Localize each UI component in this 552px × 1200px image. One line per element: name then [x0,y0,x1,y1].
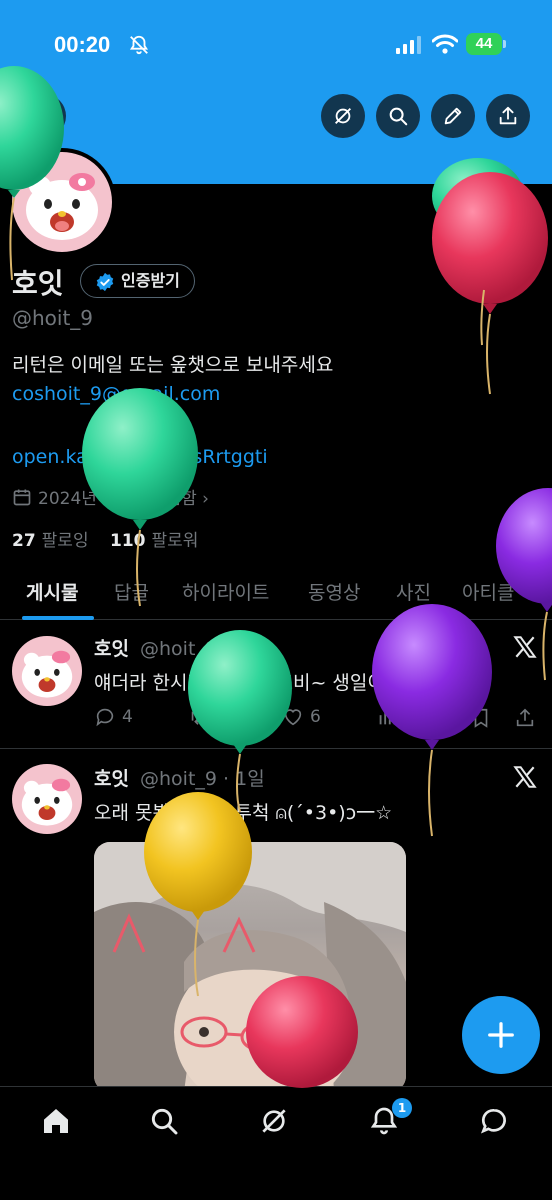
hello-kitty-icon [21,778,73,826]
status-time: 00:20 [54,32,111,57]
messages-icon[interactable] [478,1105,510,1137]
reply-icon [96,708,114,727]
tab-articles[interactable]: 아티클 [462,578,514,605]
followers-link[interactable]: 110 팔로워 [110,526,198,551]
share-post-icon[interactable] [514,707,536,729]
chevron-right-icon: › [196,489,209,509]
bottom-tab-bar [0,1086,552,1200]
hello-kitty-icon [26,173,98,240]
reply-button[interactable]: 4 [94,706,133,728]
analytics-icon [379,709,396,725]
battery-level: 44 [475,35,493,52]
post-media-photo[interactable] [94,842,406,1092]
profile-bio: 리턴은 이메일 또는 옾챗으로 보내주세요 [12,354,334,376]
post-author-name[interactable]: 호잇 [94,634,129,661]
tab-videos[interactable]: 동영상 [308,578,360,605]
bell-off-icon [129,35,149,55]
tab-posts[interactable]: 게시물 [26,578,78,605]
post-avatar[interactable] [12,764,82,834]
pencil-icon [444,107,462,125]
share-button[interactable] [486,94,530,138]
post-divider [0,748,552,749]
selfie-photo [94,842,406,1092]
share-icon [499,106,517,125]
joined-date: 2024년 8월에 가입함 › [12,484,209,509]
email-link[interactable]: coshoit_9@gmail.com [12,383,220,405]
followers-count: 110 [110,531,146,551]
balloon-red [432,172,548,395]
grok-icon [335,108,351,124]
reply-count: 4 [122,707,133,727]
avatar-image [12,636,82,706]
avatar-image [12,152,112,252]
x-logo-icon [513,766,537,788]
back-button[interactable] [22,94,66,138]
post-avatar[interactable] [12,636,82,706]
tab-highlights[interactable]: 하이라이트 [182,578,269,605]
tab-replies[interactable]: 답글 [114,578,149,605]
grok-icon[interactable] [258,1105,290,1137]
profile-avatar[interactable] [8,148,116,256]
repost-button[interactable] [188,706,210,728]
active-tab-indicator [22,616,94,620]
following-label: 팔로잉 [41,531,89,551]
x-logo-icon [513,636,537,658]
following-link[interactable]: 27 팔로잉 [12,526,89,551]
tab-photos[interactable]: 사진 [396,578,431,605]
heart-icon [284,709,302,726]
cellular-signal-icon [396,36,421,54]
profile-handle: @hoit_9 [12,306,94,330]
post-text: 오래 못봤으니까 .투척 ⍝(´•3•)ↄ一☆ [94,802,393,824]
search-icon[interactable] [148,1105,180,1137]
avatar-image [12,764,82,834]
kakao-link[interactable]: open.kakao.com/o/sRrtggti [12,446,268,468]
bookmark-icon[interactable] [470,707,492,729]
battery-indicator: 44 [466,33,506,55]
get-verified-button[interactable]: 인증받기 [80,264,195,298]
post-text: 얘더라 한시간 뒤 내 탄죠비~ 생일이양~ㅎㅎ [94,672,454,694]
post-author-handle[interactable]: @hoit_9 · 1시 [140,634,265,661]
view-count: 117 [404,707,437,727]
following-count: 27 [12,531,36,551]
verified-badge-icon [96,272,114,292]
like-button[interactable]: 6 [282,706,321,728]
followers-label: 팔로워 [151,531,199,551]
hello-kitty-icon [21,650,73,698]
wifi-icon [432,34,458,54]
like-count: 6 [310,707,321,727]
search-button[interactable] [376,94,420,138]
post-author-name[interactable]: 호잇 [94,764,129,791]
compose-post-button[interactable] [462,996,540,1074]
profile-name: 호잇 [12,267,64,300]
calendar-icon [13,489,31,506]
arrow-left-icon [35,108,53,124]
profile-tabs: 게시물 답글 하이라이트 동영상 사진 아티클 [0,568,552,620]
repost-icon [191,709,207,725]
views-button[interactable]: 117 [376,706,436,728]
verify-label: 인증받기 [121,271,180,290]
search-icon [389,107,408,126]
edit-button[interactable] [431,94,475,138]
post-author-handle[interactable]: @hoit_9 · 1일 [140,764,265,791]
home-icon[interactable] [40,1105,72,1137]
joined-text: 2024년 8월에 가입함 [38,489,197,509]
status-bar: 00:20 44 [0,28,552,64]
plus-icon [488,1022,514,1048]
notification-badge: 1 [392,1098,412,1118]
grok-button[interactable] [321,94,365,138]
